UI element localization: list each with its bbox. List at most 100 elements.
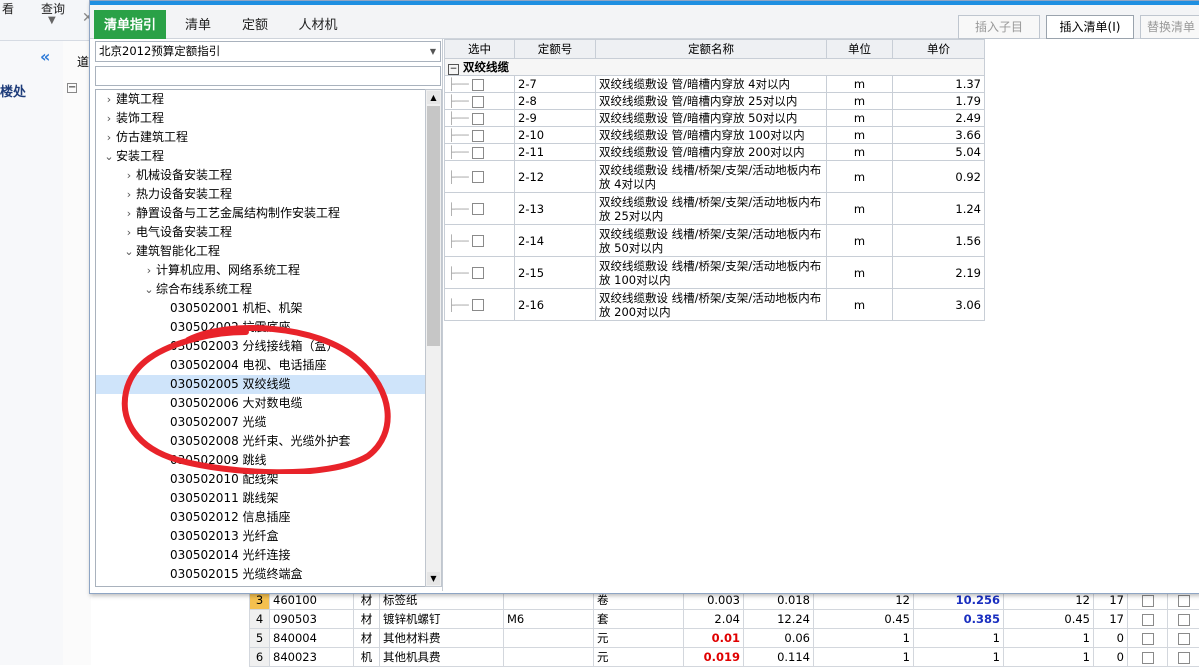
quota-row[interactable]: ├── 2-7双绞线缆敷设 管/暗槽内穿放 4对以内m1.37	[445, 76, 985, 93]
select-checkbox[interactable]	[472, 171, 484, 183]
tree-node-label: 电气设备安装工程	[136, 225, 232, 239]
tree-node-label: 机械设备安装工程	[136, 168, 232, 182]
tree-node[interactable]: ›热力设备安装工程	[96, 185, 427, 204]
tree-node-label: 热力设备安装工程	[136, 187, 232, 201]
scroll-down-icon[interactable]: ▼	[427, 572, 440, 585]
tree-node[interactable]: ⌄综合布线系统工程	[96, 280, 427, 299]
tree-node-label: 安装工程	[116, 149, 164, 163]
quota-library-select[interactable]: 北京2012预算定额指引 ▼	[95, 41, 441, 62]
quota-row[interactable]: ├── 2-15双绞线缆敷设 线槽/桥架/支架/活动地板内布放 100对以内m2…	[445, 257, 985, 289]
red-annotation-circle	[118, 318, 398, 474]
resource-unit: 套	[594, 610, 684, 629]
chevron-down-icon[interactable]: ⌄	[122, 242, 136, 261]
grid-header-row: 选中 定额号 定额名称 单位 单价	[445, 40, 985, 59]
tree-node[interactable]: 030502001 机柜、机架	[96, 299, 427, 318]
row-checkbox[interactable]	[1178, 633, 1190, 645]
select-checkbox[interactable]	[472, 96, 484, 108]
insert-list-button[interactable]: 插入清单(I)	[1046, 15, 1134, 39]
quota-code: 2-9	[515, 110, 596, 127]
tree-node[interactable]: ›仿古建筑工程	[96, 128, 427, 147]
expand-icon[interactable]: −	[67, 83, 77, 93]
select-checkbox[interactable]	[472, 267, 484, 279]
chevron-right-icon[interactable]: ›	[122, 166, 136, 185]
resource-row[interactable]: 4090503材镀锌机螺钉M6套2.0412.240.450.3850.4517	[250, 610, 1199, 629]
quota-row[interactable]: ├── 2-11双绞线缆敷设 管/暗槽内穿放 200对以内m5.04	[445, 144, 985, 161]
dropdown-arrow-icon[interactable]: ▼	[48, 15, 56, 26]
row-checkbox[interactable]	[1142, 614, 1154, 626]
tree-node-label: 030502014 光纤连接	[170, 548, 291, 562]
quota-row[interactable]: ├── 2-16双绞线缆敷设 线槽/桥架/支架/活动地板内布放 200对以内m3…	[445, 289, 985, 321]
tree-node[interactable]: ›静置设备与工艺金属结构制作安装工程	[96, 204, 427, 223]
tree-node[interactable]: ⌄安装工程	[96, 147, 427, 166]
chevron-right-icon[interactable]: ›	[102, 128, 116, 147]
tree-node[interactable]: 030502015 光缆终端盒	[96, 565, 427, 584]
tree-node[interactable]: ›机械设备安装工程	[96, 166, 427, 185]
tree-node[interactable]: 030502013 光纤盒	[96, 527, 427, 546]
quota-row[interactable]: ├── 2-12双绞线缆敷设 线槽/桥架/支架/活动地板内布放 4对以内m0.9…	[445, 161, 985, 193]
quota-row[interactable]: ├── 2-14双绞线缆敷设 线槽/桥架/支架/活动地板内布放 50对以内m1.…	[445, 225, 985, 257]
row-checkbox[interactable]	[1142, 595, 1154, 607]
tree-node[interactable]: ›计算机应用、网络系统工程	[96, 261, 427, 280]
chevron-right-icon[interactable]: ›	[122, 204, 136, 223]
row-checkbox[interactable]	[1142, 652, 1154, 664]
quota-unit: m	[827, 257, 893, 289]
chevron-right-icon[interactable]: ›	[102, 109, 116, 128]
tree-node[interactable]: 030502014 光纤连接	[96, 546, 427, 565]
tree-line-icon: ├──	[448, 94, 469, 108]
tree-node[interactable]: ›电气设备安装工程	[96, 223, 427, 242]
resource-row[interactable]: 6840023机其他机具费元0.0190.1141110	[250, 648, 1199, 667]
select-checkbox[interactable]	[472, 130, 484, 142]
select-checkbox[interactable]	[472, 113, 484, 125]
collapse-icon[interactable]: «	[40, 47, 50, 66]
chevron-right-icon[interactable]: ›	[102, 90, 116, 109]
row-checkbox[interactable]	[1178, 614, 1190, 626]
quota-row[interactable]: ├── 2-13双绞线缆敷设 线槽/桥架/支架/活动地板内布放 25对以内m1.…	[445, 193, 985, 225]
tab-quota[interactable]: 定额	[228, 10, 282, 41]
grid-group-row[interactable]: −双绞线缆	[445, 59, 985, 76]
tree-node[interactable]: 030502011 跳线架	[96, 489, 427, 508]
chevron-down-icon[interactable]: ⌄	[102, 147, 116, 166]
select-checkbox[interactable]	[472, 79, 484, 91]
chevron-down-icon[interactable]: ▼	[430, 42, 436, 61]
replace-list-button[interactable]: 替换清单	[1140, 15, 1199, 39]
tree-node[interactable]: 030502012 信息插座	[96, 508, 427, 527]
resource-unit: 元	[594, 629, 684, 648]
quota-row[interactable]: ├── 2-8双绞线缆敷设 管/暗槽内穿放 25对以内m1.79	[445, 93, 985, 110]
row-checkbox[interactable]	[1178, 652, 1190, 664]
chevron-right-icon[interactable]: ›	[122, 223, 136, 242]
tab-fragment[interactable]: 道	[77, 53, 89, 70]
resource-spec: M6	[504, 610, 594, 629]
quota-unit: m	[827, 144, 893, 161]
background-tree-strip: 道 −	[63, 41, 91, 665]
total-quantity: 0.06	[744, 629, 814, 648]
collapse-group-icon[interactable]: −	[448, 64, 459, 75]
chevron-right-icon[interactable]: ›	[122, 185, 136, 204]
chevron-down-icon[interactable]: ⌄	[142, 280, 156, 299]
tab-list-guide[interactable]: 清单指引	[94, 10, 166, 41]
row-checkbox[interactable]	[1142, 633, 1154, 645]
tab-list[interactable]: 清单	[170, 10, 226, 41]
quota-price: 2.49	[893, 110, 985, 127]
insert-child-button[interactable]: 插入子目	[958, 15, 1040, 39]
header-quota-name: 定额名称	[596, 40, 827, 59]
quota-price: 3.66	[893, 127, 985, 144]
chevron-right-icon[interactable]: ›	[142, 261, 156, 280]
tree-node[interactable]: ›建筑工程	[96, 90, 427, 109]
view-button[interactable]: 看	[2, 0, 14, 17]
select-checkbox[interactable]	[472, 203, 484, 215]
select-checkbox[interactable]	[472, 147, 484, 159]
tree-search-input[interactable]	[95, 66, 441, 86]
tree-node[interactable]: ›装饰工程	[96, 109, 427, 128]
scrollbar-thumb[interactable]	[427, 106, 440, 346]
tree-scrollbar[interactable]: ▲ ▼	[425, 89, 442, 587]
resource-row[interactable]: 5840004材其他材料费元0.010.061110	[250, 629, 1199, 648]
quota-row[interactable]: ├── 2-10双绞线缆敷设 管/暗槽内穿放 100对以内m3.66	[445, 127, 985, 144]
scroll-up-icon[interactable]: ▲	[427, 91, 440, 104]
tree-node[interactable]: ⌄建筑智能化工程	[96, 242, 427, 261]
tab-labor-material-machine[interactable]: 人材机	[286, 10, 350, 41]
row-checkbox[interactable]	[1178, 595, 1190, 607]
quota-row[interactable]: ├── 2-9双绞线缆敷设 管/暗槽内穿放 50对以内m2.49	[445, 110, 985, 127]
select-checkbox[interactable]	[472, 235, 484, 247]
select-checkbox[interactable]	[472, 299, 484, 311]
tree-node-label: 030502012 信息插座	[170, 510, 291, 524]
